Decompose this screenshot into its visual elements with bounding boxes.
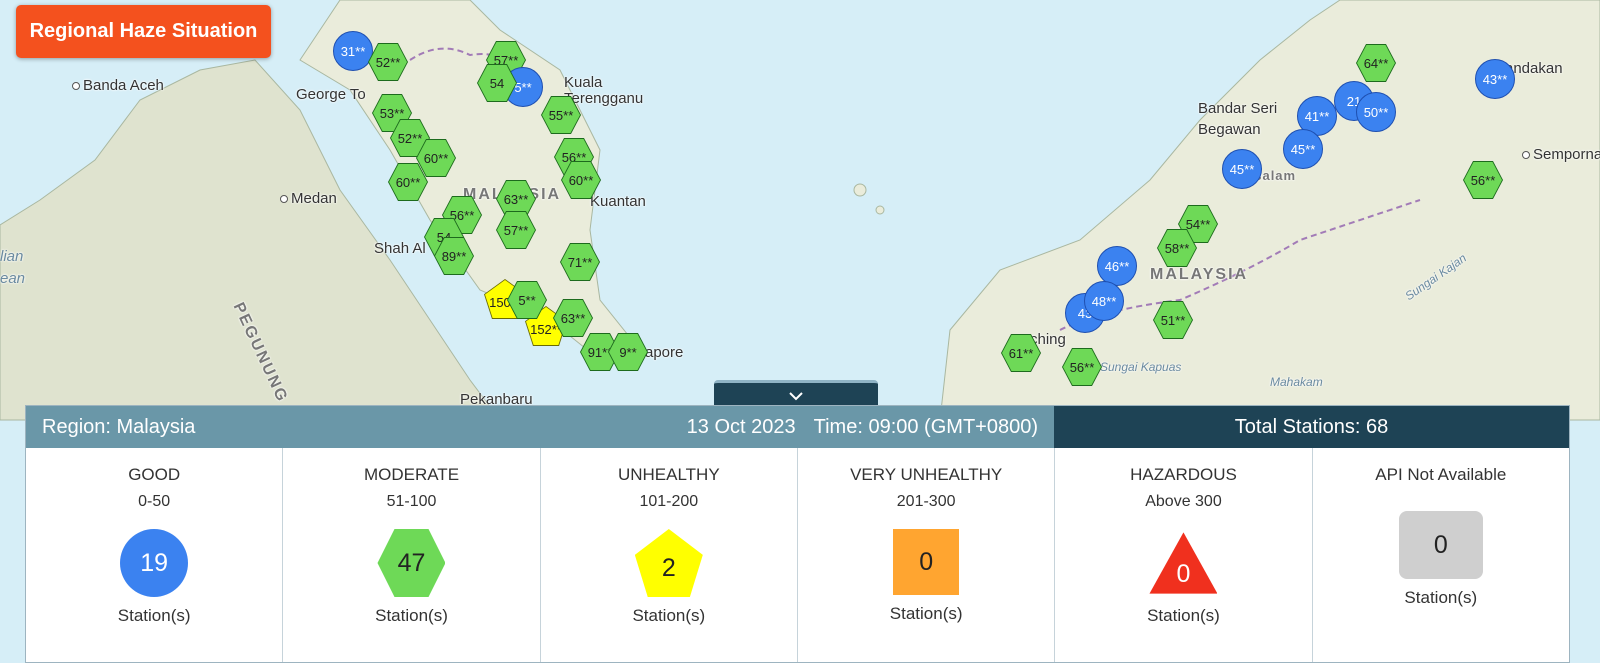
very-unhealthy-square-icon: 0	[893, 529, 960, 595]
category-name: UNHEALTHY	[617, 465, 720, 484]
place-label: lian	[0, 248, 24, 265]
hazardous-triangle-icon: 0	[1149, 532, 1218, 594]
station-marker-good[interactable]: 31**	[333, 31, 373, 71]
chevron-down-icon	[789, 392, 803, 401]
category-name: GOOD	[128, 465, 181, 484]
category-hazardous[interactable]: HAZARDOUS Above 300 0 Station(s)	[1055, 448, 1313, 662]
category-range: 51-100	[386, 493, 437, 510]
moderate-hexagon-icon: 47	[377, 529, 446, 597]
station-marker-good[interactable]: 50**	[1356, 92, 1396, 132]
place-label: ean	[0, 270, 26, 287]
category-unit: Station(s)	[889, 604, 963, 623]
regional-haze-title-button[interactable]: Regional Haze Situation	[16, 5, 271, 58]
place-label: Shah Al	[374, 240, 426, 257]
region-label: Region: Malaysia	[42, 415, 196, 438]
place-label: Mahakam	[1270, 375, 1323, 389]
category-api-not-available[interactable]: API Not Available 0 Station(s)	[1313, 448, 1569, 662]
place-label: MALAYSIA	[1150, 266, 1249, 283]
category-unhealthy[interactable]: UNHEALTHY 101-200 2 Station(s)	[541, 448, 798, 662]
category-name: API Not Available	[1375, 465, 1507, 484]
category-list: GOOD 0-50 19 Station(s) MODERATE 51-100 …	[26, 448, 1569, 662]
station-marker-good[interactable]: 43**	[1475, 59, 1515, 99]
unhealthy-pentagon-icon: 2	[634, 529, 703, 597]
category-range: 0-50	[138, 493, 171, 510]
place-label: George To	[296, 86, 366, 103]
category-very-unhealthy[interactable]: VERY UNHEALTHY 201-300 0 Station(s)	[798, 448, 1056, 662]
place-label: Sungai Kapuas	[1100, 360, 1182, 374]
not-available-square-icon: 0	[1398, 511, 1483, 579]
category-range: 201-300	[896, 493, 956, 510]
category-unit: Station(s)	[632, 606, 706, 625]
category-unit: Station(s)	[117, 606, 191, 625]
category-unit: Station(s)	[1404, 588, 1478, 607]
category-range: 101-200	[639, 493, 699, 510]
category-name: VERY UNHEALTHY	[850, 465, 1003, 484]
station-marker-good[interactable]: 48**	[1084, 281, 1124, 321]
place-label: Kuantan	[590, 193, 646, 210]
category-name: HAZARDOUS	[1130, 465, 1237, 484]
place-label: Kuala Terengganu	[564, 74, 644, 107]
date-label: 13 Oct 2023	[686, 415, 796, 438]
summary-panel: Region: Malaysia 13 Oct 2023 Time: 09:00…	[25, 405, 1570, 663]
good-circle-icon: 19	[120, 529, 189, 597]
category-moderate[interactable]: MODERATE 51-100 47 Station(s)	[283, 448, 541, 662]
place-label: apore	[645, 344, 684, 361]
category-unit: Station(s)	[1147, 606, 1220, 625]
time-label: Time: 09:00 (GMT+0800)	[813, 415, 1038, 438]
total-stations: Total Stations: 68	[1054, 406, 1569, 448]
place-label: Semporna	[1522, 146, 1600, 163]
place-label: Medan	[280, 190, 337, 207]
category-unit: Station(s)	[375, 606, 448, 625]
category-range: Above 300	[1145, 493, 1222, 510]
category-name: MODERATE	[363, 465, 460, 484]
place-label: Banda Aceh	[72, 77, 164, 94]
category-good[interactable]: GOOD 0-50 19 Station(s)	[26, 448, 284, 662]
panel-header: Region: Malaysia 13 Oct 2023 Time: 09:00…	[26, 406, 1569, 448]
station-marker-good[interactable]: 46**	[1097, 246, 1137, 286]
station-marker-good[interactable]: 45**	[1222, 149, 1262, 189]
station-marker-good[interactable]: 45**	[1283, 129, 1323, 169]
